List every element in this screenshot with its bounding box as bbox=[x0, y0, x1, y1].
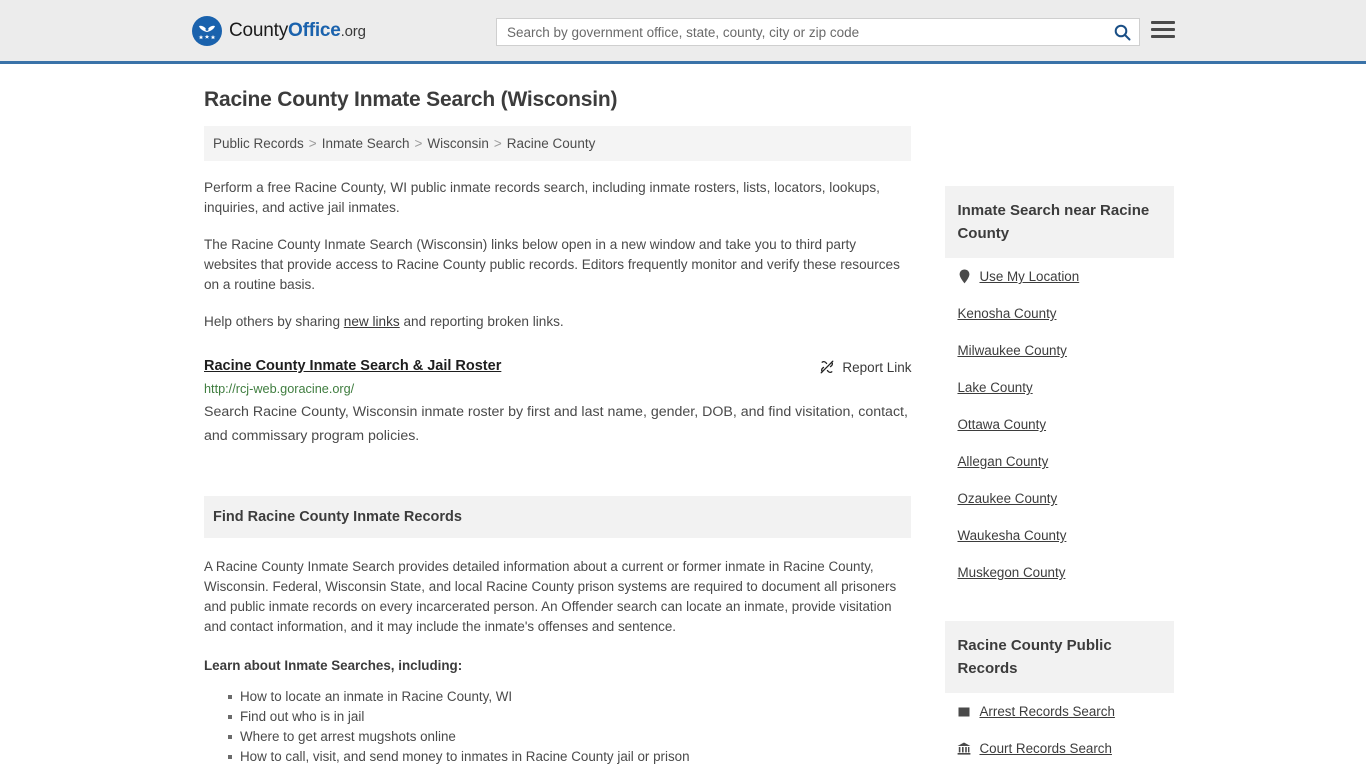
eagle-seal-icon bbox=[192, 15, 222, 46]
site-header: CountyOffice.org bbox=[0, 0, 1366, 64]
sidebar-item-allegan-county[interactable]: Allegan County bbox=[945, 443, 1174, 480]
hamburger-bar bbox=[1151, 21, 1175, 24]
search-button[interactable] bbox=[1105, 19, 1139, 45]
list-item: How to call, visit, and send money to in… bbox=[227, 747, 911, 767]
hamburger-menu-icon[interactable] bbox=[1151, 21, 1175, 38]
sidebar-header-nearby: Inmate Search near Racine County bbox=[945, 186, 1174, 258]
sidebar-item-waukesha-county[interactable]: Waukesha County bbox=[945, 517, 1174, 554]
hamburger-bar bbox=[1151, 28, 1175, 31]
intro-paragraph-3: Help others by sharing new links and rep… bbox=[204, 312, 911, 332]
section-body: A Racine County Inmate Search provides d… bbox=[204, 538, 911, 768]
share-text-before: Help others by sharing bbox=[204, 314, 344, 329]
intro-paragraph-1: Perform a free Racine County, WI public … bbox=[204, 180, 880, 215]
map-pin-icon bbox=[957, 269, 971, 284]
report-link-label: Report Link bbox=[842, 359, 912, 375]
learn-about-title: Learn about Inmate Searches, including: bbox=[204, 658, 463, 673]
sidebar-item-use-my-location[interactable]: Use My Location bbox=[945, 258, 1174, 295]
breadcrumb-item-public-records[interactable]: Public Records bbox=[213, 136, 304, 151]
search-icon bbox=[1114, 24, 1130, 40]
hamburger-bar bbox=[1151, 35, 1175, 38]
section-header-find-records: Find Racine County Inmate Records bbox=[204, 496, 912, 538]
sidebar-item-kenosha-county[interactable]: Kenosha County bbox=[945, 295, 1174, 332]
breadcrumb: Public Records > Inmate Search > Wisconsin > R… bbox=[204, 126, 912, 161]
result-url: http://rcj-web.goracine.org/ bbox=[204, 382, 355, 396]
page-title: Racine County Inmate Search (Wisconsin) bbox=[204, 88, 618, 111]
sidebar-item-ottawa-county[interactable]: Ottawa County bbox=[945, 406, 1174, 443]
sidebar-item-arrest-records-search[interactable]: Arrest Records Search bbox=[945, 693, 1174, 730]
site-logo[interactable]: CountyOffice.org bbox=[192, 15, 366, 46]
new-links-link[interactable]: new links bbox=[344, 314, 400, 329]
search-input[interactable] bbox=[497, 24, 1105, 40]
logo-text: CountyOffice.org bbox=[229, 20, 366, 42]
page-body: Racine County Inmate Search (Wisconsin) … bbox=[0, 64, 1366, 768]
learn-about-list: How to locate an inmate in Racine County… bbox=[204, 687, 911, 768]
sidebar-nearby-links: Use My Location Kenosha County Milwaukee… bbox=[945, 258, 1174, 591]
list-item: Where to get arrest mugshots online bbox=[227, 727, 911, 747]
breadcrumb-item-wisconsin[interactable]: Wisconsin bbox=[427, 136, 489, 151]
courthouse-icon bbox=[957, 742, 971, 755]
result-header-row: Racine County Inmate Search & Jail Roste… bbox=[204, 358, 911, 375]
logo-text-county: County bbox=[229, 19, 289, 41]
sidebar-item-label: Muskegon County bbox=[957, 565, 1066, 580]
report-link-button[interactable]: Report Link bbox=[819, 359, 911, 375]
sidebar: Inmate Search near Racine County Use My … bbox=[945, 64, 1174, 768]
sidebar-item-muskegon-county[interactable]: Muskegon County bbox=[945, 554, 1174, 591]
share-text-after: and reporting broken links. bbox=[399, 314, 564, 329]
list-item: Find out who is in jail bbox=[227, 707, 911, 727]
broken-link-icon bbox=[820, 360, 834, 374]
sidebar-item-milwaukee-county[interactable]: Milwaukee County bbox=[945, 332, 1174, 369]
sidebar-item-label: Ottawa County bbox=[957, 417, 1047, 432]
sidebar-item-lake-county[interactable]: Lake County bbox=[945, 369, 1174, 406]
breadcrumb-item-inmate-search[interactable]: Inmate Search bbox=[322, 136, 410, 151]
sidebar-item-label: Lake County bbox=[957, 380, 1033, 395]
search-box[interactable] bbox=[496, 18, 1140, 46]
logo-text-office: Office bbox=[288, 19, 341, 41]
logo-text-org: .org bbox=[340, 22, 366, 40]
sidebar-item-ozaukee-county[interactable]: Ozaukee County bbox=[945, 480, 1174, 517]
sidebar-item-court-records-search[interactable]: Court Records Search bbox=[945, 730, 1174, 767]
sidebar-item-label: Ozaukee County bbox=[957, 491, 1058, 506]
sidebar-item-label: Use My Location bbox=[979, 269, 1080, 284]
square-badge-icon bbox=[957, 706, 971, 718]
breadcrumb-item-racine-county[interactable]: Racine County bbox=[507, 136, 596, 151]
result-entry: Racine County Inmate Search & Jail Roste… bbox=[204, 358, 911, 448]
breadcrumb-separator: > bbox=[308, 136, 317, 151]
sidebar-item-label: Arrest Records Search bbox=[979, 704, 1115, 719]
sidebar-public-records-links: Arrest Records Search Court Records Sear… bbox=[945, 693, 1174, 768]
sidebar-item-label: Allegan County bbox=[957, 454, 1049, 469]
breadcrumb-separator: > bbox=[414, 136, 423, 151]
breadcrumb-separator: > bbox=[493, 136, 502, 151]
sidebar-item-label: Kenosha County bbox=[957, 306, 1057, 321]
main-content: Racine County Inmate Search (Wisconsin) … bbox=[204, 64, 912, 768]
sidebar-header-public-records: Racine County Public Records bbox=[945, 621, 1174, 693]
result-title-link[interactable]: Racine County Inmate Search & Jail Roste… bbox=[204, 358, 501, 374]
sidebar-item-label: Court Records Search bbox=[979, 741, 1112, 756]
intro-paragraph-2: The Racine County Inmate Search (Wiscons… bbox=[204, 237, 900, 292]
sidebar-item-label: Waukesha County bbox=[957, 528, 1067, 543]
section-paragraph: A Racine County Inmate Search provides d… bbox=[204, 559, 897, 634]
list-item: How to locate an inmate in Racine County… bbox=[227, 687, 911, 707]
result-description: Search Racine County, Wisconsin inmate r… bbox=[204, 404, 908, 444]
sidebar-item-label: Milwaukee County bbox=[957, 343, 1067, 358]
